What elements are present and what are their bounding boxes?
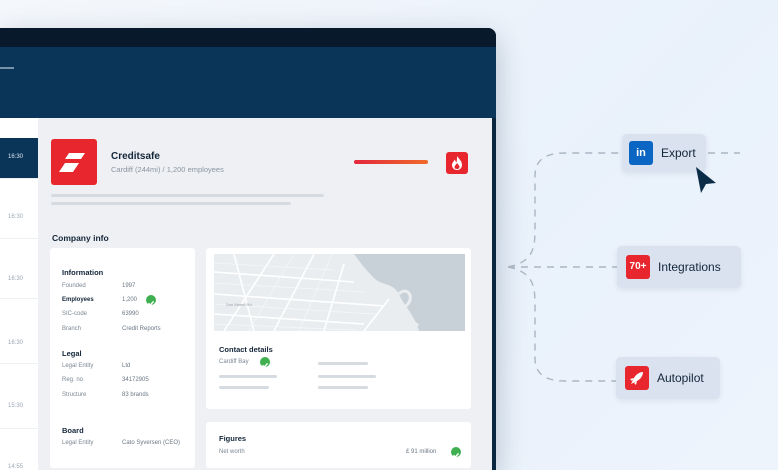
autopilot-button[interactable]: Autopilot [616, 357, 720, 399]
connector-lines [507, 152, 740, 382]
autopilot-label: Autopilot [657, 371, 704, 385]
integrations-count-badge: 70+ [626, 255, 650, 279]
rocket-icon [625, 366, 649, 390]
integrations-button[interactable]: 70+ Integrations [617, 246, 741, 288]
export-label: Export [661, 146, 696, 160]
cursor-icon [694, 165, 720, 200]
linkedin-icon: in [629, 141, 653, 165]
integrations-label: Integrations [658, 260, 721, 274]
